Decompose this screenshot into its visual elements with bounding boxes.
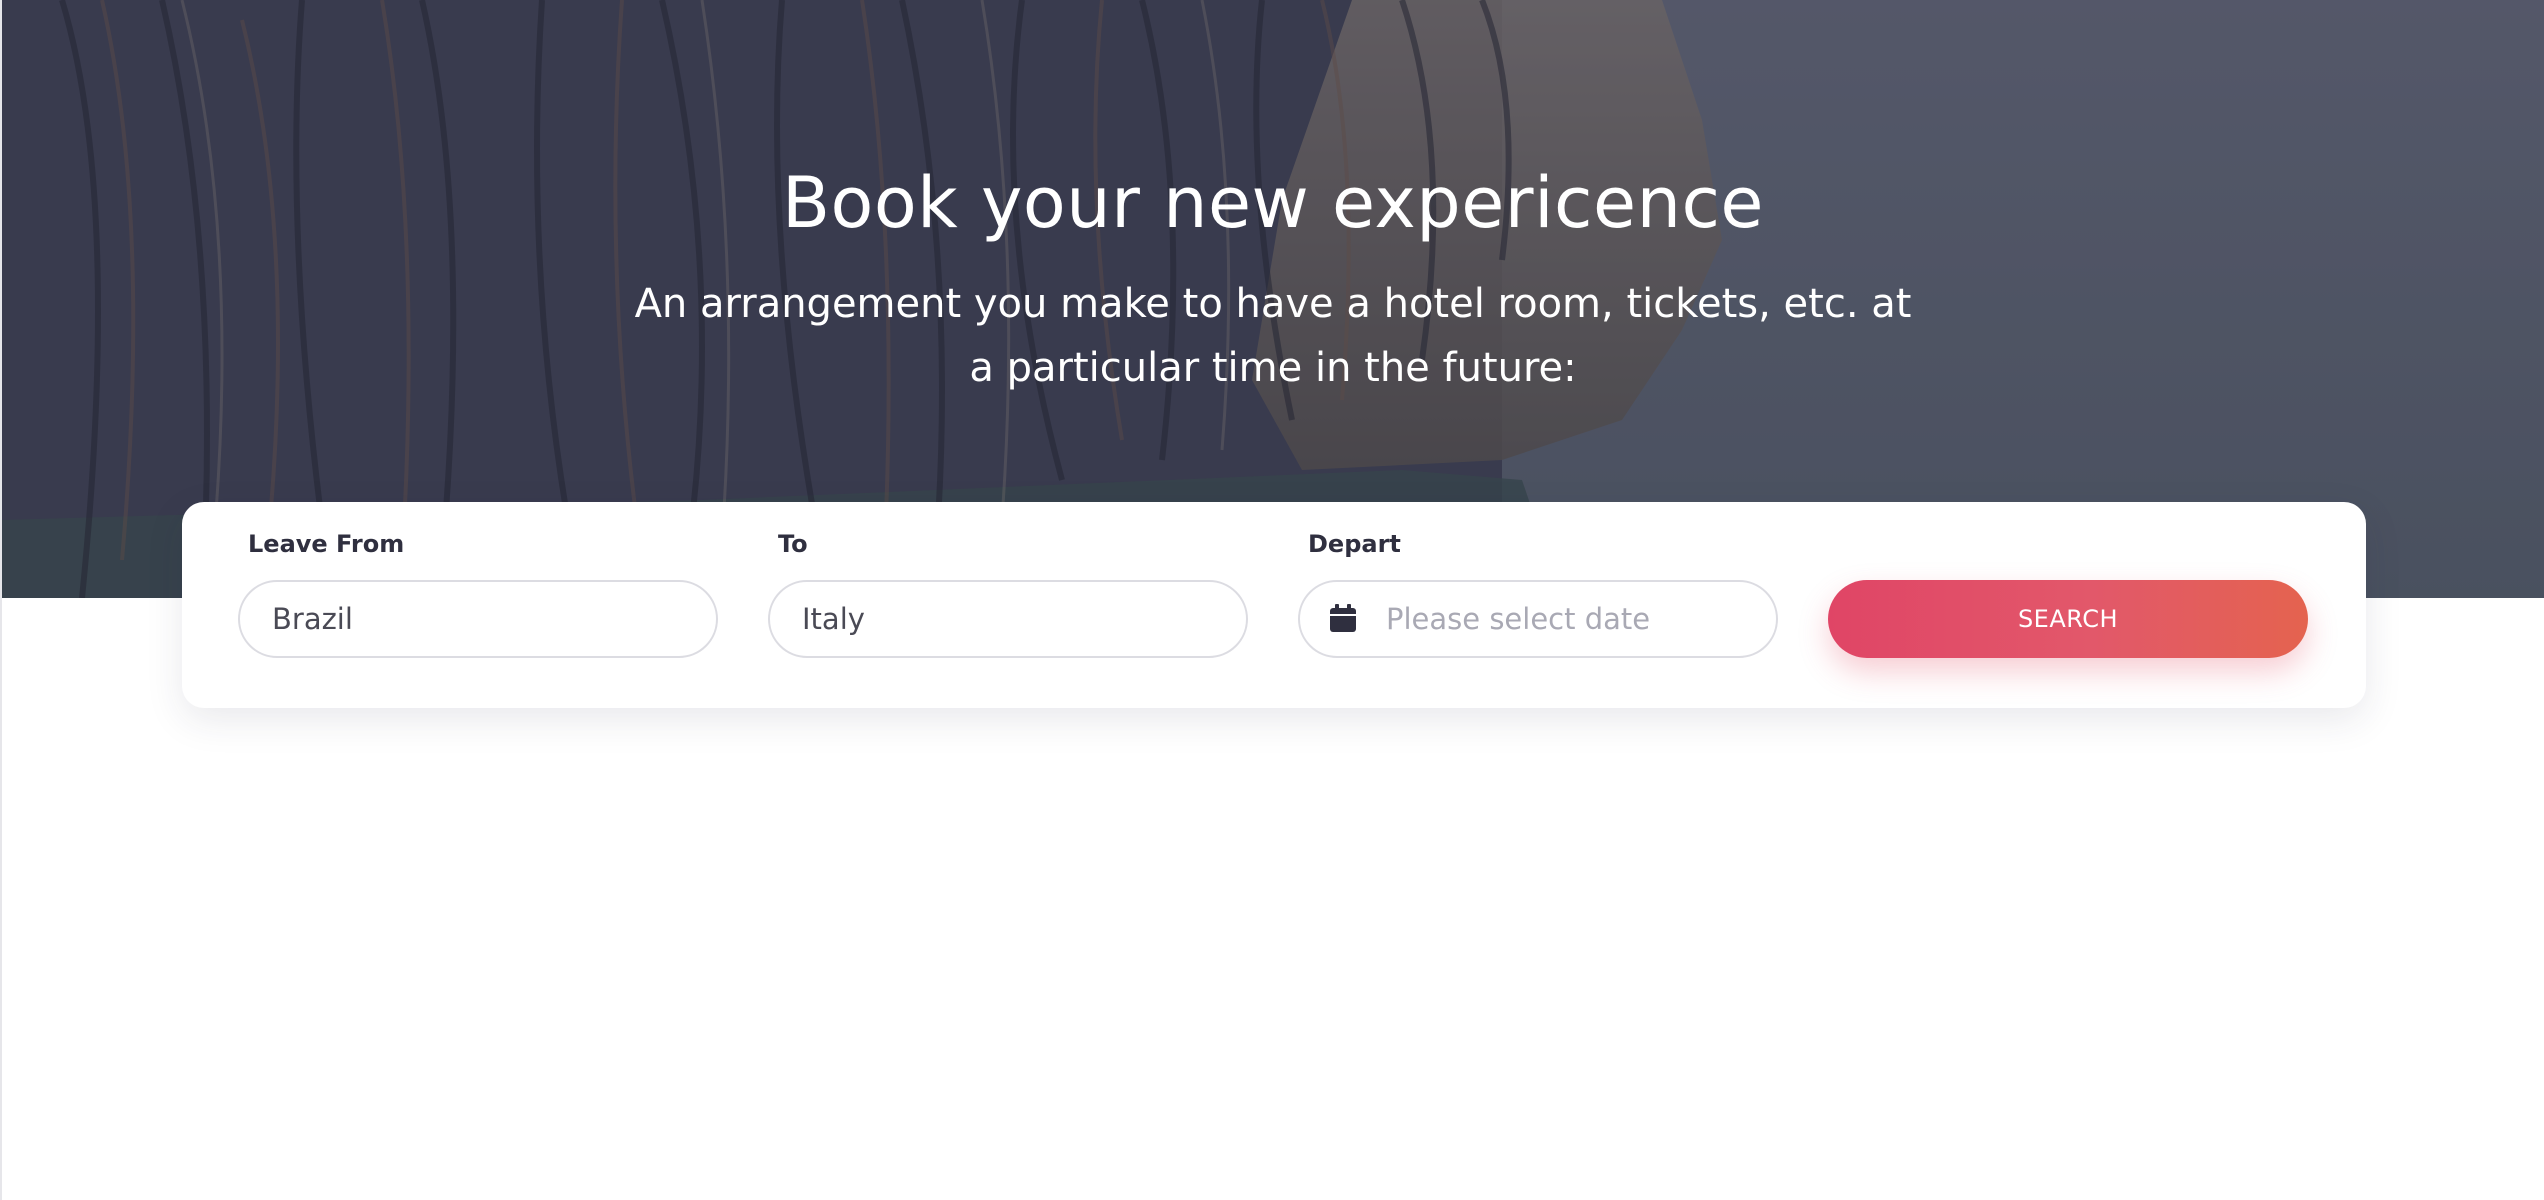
depart-date-input[interactable] bbox=[1298, 580, 1778, 658]
to-input[interactable] bbox=[768, 580, 1248, 658]
leave-from-input[interactable] bbox=[238, 580, 718, 658]
depart-label: Depart bbox=[1308, 530, 1401, 558]
depart-date-picker bbox=[1298, 580, 1778, 658]
booking-search-form: Leave From To Depart SEARCH bbox=[182, 502, 2366, 708]
hero-title: Book your new expericence bbox=[781, 162, 1764, 244]
to-label: To bbox=[778, 530, 808, 558]
page: Book your new expericence An arrangement… bbox=[0, 0, 2544, 1200]
calendar-icon bbox=[1330, 604, 1356, 632]
leave-from-label: Leave From bbox=[248, 530, 405, 558]
hero-subtitle: An arrangement you make to have a hotel … bbox=[634, 281, 1912, 391]
search-button[interactable]: SEARCH bbox=[1828, 580, 2308, 658]
